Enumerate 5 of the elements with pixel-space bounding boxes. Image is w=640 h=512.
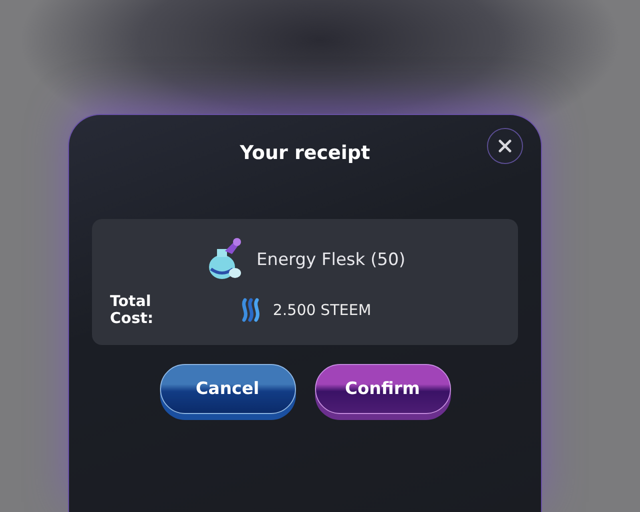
total-label: Total Cost: xyxy=(110,293,154,327)
item-name: Energy Flesk (50) xyxy=(256,250,406,270)
close-button[interactable] xyxy=(487,128,523,164)
total-amount: 2.500 STEEM xyxy=(272,301,372,319)
dialog-title: Your receipt xyxy=(240,142,370,164)
